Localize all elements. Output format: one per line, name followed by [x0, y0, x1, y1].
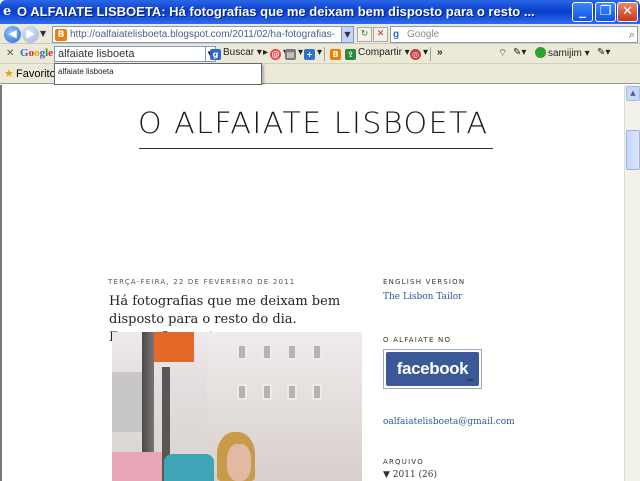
swirl-icon: @ [270, 49, 281, 60]
minimize-button[interactable]: _ [572, 2, 593, 22]
scroll-thumb[interactable] [626, 130, 640, 170]
more-tools-button[interactable]: » [437, 47, 443, 58]
toolbar-settings-icon[interactable]: ✎▾ [597, 47, 610, 58]
post-photo[interactable] [112, 332, 362, 481]
lisbon-tailor-link[interactable]: The Lisbon Tailor [383, 292, 462, 302]
photo-teal-car [164, 454, 214, 481]
blogger-icon: B [330, 49, 341, 60]
translate-icon: ◎ [410, 49, 421, 60]
url-dropdown-icon[interactable]: ▼ [341, 27, 353, 42]
share-icon: ⇪ [345, 49, 356, 60]
toolbar-separator [430, 47, 431, 61]
photo-window [237, 344, 247, 360]
title-divider [139, 148, 493, 149]
plus-icon: + [304, 49, 315, 60]
archive-heading: ARQUIVO [383, 458, 424, 466]
close-button[interactable]: ✕ [617, 2, 638, 22]
internet-explorer-icon: e [3, 4, 12, 19]
favorites-star-icon[interactable]: ★ [4, 67, 14, 80]
search-go-icon[interactable]: ⌕ [629, 28, 635, 42]
compartir-button[interactable]: ⇪ Compartir ▾ [345, 47, 410, 60]
photo-pink-shape [112, 452, 162, 481]
search-suggestion-dropdown: alfaiate lisboeta [54, 63, 262, 85]
scissors-icon: ✂ [467, 376, 474, 385]
photo-window [287, 344, 297, 360]
archive-year-toggle[interactable]: ▼ 2011 (26) [383, 470, 437, 480]
google-toolbar-search-input[interactable]: alfaiate lisboeta [54, 46, 206, 62]
user-account-button[interactable]: samijim ▾ [535, 47, 590, 59]
history-dropdown-icon[interactable]: ▼ [40, 29, 46, 38]
photo-window [262, 344, 272, 360]
blogger-favicon-icon: B [55, 29, 67, 41]
post-date: TERÇA-FEIRA, 22 DE FEVEREIRO DE 2011 [108, 278, 296, 286]
email-link[interactable]: oalfaiatelisboeta@gmail.com [383, 417, 515, 427]
blog-title[interactable]: O ALFAIATE LISBOETA [138, 106, 489, 140]
buscar-button[interactable]: g Buscar ▾ [210, 47, 262, 60]
google-logo: Google [20, 47, 54, 59]
photo-sign [112, 372, 142, 432]
english-version-heading: ENGLISH VERSION [383, 278, 466, 286]
url-text[interactable]: http://oalfaiatelisboeta.blogspot.com/20… [70, 29, 340, 40]
search-placeholder: Google [407, 29, 440, 40]
online-status-icon [535, 47, 546, 58]
translate-button[interactable]: ◎ ▾ [410, 47, 428, 60]
google-search-icon: g [393, 29, 400, 40]
facebook-heading: O ALFAIATE NO [383, 336, 452, 344]
scroll-up-arrow-icon[interactable]: ▲ [626, 86, 640, 101]
photo-window [312, 344, 322, 360]
favorites-label[interactable]: Favorito [16, 68, 56, 80]
maximize-button[interactable]: ❐ [595, 2, 616, 22]
stop-icon[interactable]: ✕ [373, 27, 388, 42]
photo-window [262, 384, 272, 400]
options-menu[interactable]: ▸ [263, 47, 268, 58]
photo-window [287, 384, 297, 400]
page-viewport: O ALFAIATE LISBOETA TERÇA-FEIRA, 22 DE F… [0, 85, 624, 481]
browser-search-field[interactable]: g Google ⌕ [390, 26, 638, 43]
vertical-scrollbar[interactable]: ▲ [624, 85, 640, 481]
refresh-icon[interactable]: ↻ [357, 27, 372, 42]
search-icon: g [210, 49, 221, 60]
bookmark-button[interactable]: + ▾ [304, 47, 322, 60]
photo-window [312, 384, 322, 400]
search-input-value[interactable]: alfaiate lisboeta [58, 48, 134, 60]
photo-person-face [227, 444, 251, 481]
url-field[interactable]: B http://oalfaiatelisboeta.blogspot.com/… [52, 26, 354, 43]
page-icon: ▤ [285, 49, 296, 60]
toolbar-close-icon[interactable]: ✕ [6, 48, 14, 59]
photo-window [237, 384, 247, 400]
window-titlebar: e O ALFAIATE LISBOETA: Há fotografias qu… [0, 0, 640, 24]
facebook-logo: facebook [386, 352, 479, 386]
wifi-icon[interactable]: ⌔ [498, 47, 507, 60]
suggestion-item[interactable]: alfaiate lisboeta [58, 67, 114, 76]
back-button[interactable]: ◀ [4, 26, 21, 43]
forward-button[interactable]: ▶ [22, 26, 39, 43]
blogger-button[interactable]: B [330, 47, 343, 60]
facebook-badge[interactable]: facebook ✂ [383, 349, 482, 389]
toolbar-separator [324, 47, 325, 61]
google-toolbar: ✕ Google alfaiate lisboeta ▼ gBuscar ▾ ▸… [0, 44, 640, 64]
address-bar: ◀ ▶ ▼ B http://oalfaiatelisboeta.blogspo… [0, 24, 640, 44]
page-menu-button[interactable]: ▤ ▾ [285, 47, 303, 60]
window-title: O ALFAIATE LISBOETA: Há fotografias que … [17, 4, 535, 19]
wrench-icon[interactable]: ✎▾ [513, 47, 526, 58]
